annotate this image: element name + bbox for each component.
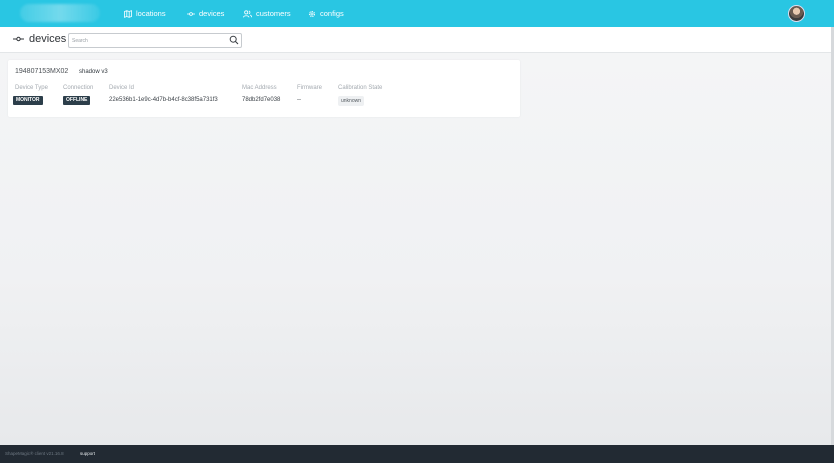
page-title: devices — [13, 33, 66, 45]
app-logo[interactable] — [20, 4, 100, 22]
map-icon — [124, 9, 132, 18]
nav-label-configs: configs — [320, 9, 344, 18]
device-icon — [13, 36, 24, 42]
user-avatar[interactable] — [788, 5, 805, 22]
nav-item-configs[interactable]: configs — [308, 0, 344, 27]
page-title-text: devices — [29, 33, 67, 45]
search-input[interactable] — [72, 34, 222, 47]
firmware-label: Firmware — [297, 85, 322, 91]
nav-label-customers: customers — [256, 9, 291, 18]
gear-icon — [308, 10, 316, 17]
top-navbar: locations devices customers configs — [0, 0, 834, 27]
device-icon — [187, 11, 195, 16]
footer: ShapeMagic® client v21.16.8 support — [0, 445, 834, 463]
footer-version: ShapeMagic® client v21.16.8 — [5, 451, 64, 456]
app-page: locations devices customers configs devi… — [0, 0, 834, 463]
device-card[interactable]: 194807153MX02 shadow v3 Device Type MONI… — [8, 60, 520, 117]
device-serial: 194807153MX02 — [15, 68, 69, 75]
calibration-state-label: Calibration State — [338, 85, 383, 91]
nav-item-locations[interactable]: locations — [124, 0, 166, 27]
device-id-label: Device Id — [109, 85, 135, 91]
nav-item-devices[interactable]: devices — [187, 0, 224, 27]
nav-label-devices: devices — [199, 9, 225, 18]
mac-address-label: Mac Address — [242, 85, 277, 91]
connection-status-badge: OFFLINE — [63, 96, 91, 105]
mac-address-value: 78db2fd7e038 — [242, 97, 281, 103]
users-icon — [243, 9, 252, 18]
device-type-badge: MONITOR — [13, 96, 43, 105]
device-model: shadow v3 — [79, 69, 108, 75]
firmware-value: -- — [297, 97, 301, 103]
device-id-value: 22e536b1-1e9c-4d7b-b4cf-8c38f5a731f3 — [109, 97, 218, 103]
nav-item-customers[interactable]: customers — [243, 0, 291, 27]
nav-label-locations: locations — [136, 9, 166, 18]
search-icon[interactable] — [229, 35, 239, 45]
search-box[interactable] — [68, 33, 242, 48]
support-link[interactable]: support — [80, 451, 95, 456]
calibration-state-badge: unknown — [338, 96, 365, 106]
device-type-label: Device Type — [15, 85, 48, 91]
connection-label: Connection — [63, 85, 94, 91]
